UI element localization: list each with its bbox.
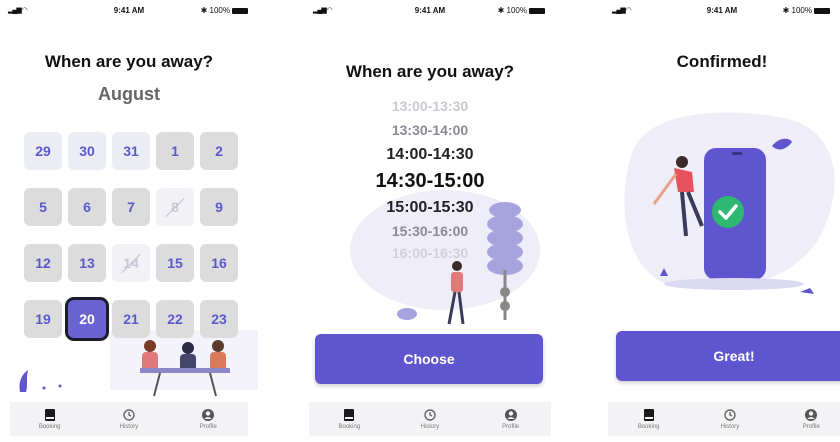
tab-bar: Booking History Profile [608,402,840,436]
calendar-day[interactable]: 16 [200,244,238,282]
tab-label: History [720,424,740,430]
tab-history[interactable]: History [700,408,760,430]
page-title: Confirmed! [676,52,768,71]
confirmation-screen: ▂▄▆ ◠ 9:41 AM ✱ 100% Confirmed! Great! B… [604,0,840,442]
plant-illustration [19,370,62,392]
book-icon [643,409,654,421]
tab-booking[interactable]: Booking [619,408,679,430]
tab-profile[interactable]: Profile [781,408,840,430]
calendar-day[interactable]: 13 [68,244,106,282]
calendar-day[interactable]: 15 [156,244,194,282]
calendar-day[interactable]: 30 [68,132,106,170]
profile-icon [202,409,215,421]
battery-indicator: ✱ 100% [783,6,830,15]
calendar-day[interactable]: 12 [24,244,62,282]
tab-bar: Booking History Profile [10,402,248,436]
choose-button[interactable]: Choose [315,334,543,384]
tab-label: Booking [637,424,660,430]
tab-label: History [119,424,139,430]
tab-history[interactable]: History [400,408,460,430]
phone-checkmark-illustration [624,112,835,294]
tab-profile[interactable]: Profile [481,408,541,430]
calendar-day: 14 [112,244,150,282]
tab-label: Profile [802,424,820,430]
calendar-day[interactable]: 2 [200,132,238,170]
status-bar: ▂▄▆ ◠ 9:41 AM ✱ 100% [305,4,555,18]
time-slot[interactable]: 14:00-14:30 [305,146,555,164]
battery-indicator: ✱ 100% [201,6,248,15]
tab-label: Booking [38,424,61,430]
time-slot[interactable]: 13:30-14:00 [305,122,555,138]
calendar-day[interactable]: 22 [156,300,194,338]
tab-label: History [420,424,440,430]
calendar-day[interactable]: 5 [24,188,62,226]
calendar-day[interactable]: 23 [200,300,238,338]
history-icon [424,409,436,421]
battery-icon [232,7,248,14]
tab-profile[interactable]: Profile [178,408,238,430]
calendar-day[interactable]: 31 [112,132,150,170]
tab-bar: Booking History Profile [309,402,551,436]
calendar-day: 8 [156,188,194,226]
calendar-day[interactable]: 1 [156,132,194,170]
profile-icon [504,409,517,421]
calendar-day[interactable]: 21 [112,300,150,338]
status-bar: ▂▄▆ ◠ 9:41 AM ✱ 100% [0,4,258,18]
book-icon [344,409,355,421]
tab-booking[interactable]: Booking [319,408,379,430]
battery-icon [529,7,545,14]
calendar-day[interactable]: 29 [24,132,62,170]
calendar-grid: 29 30 31 1 2 5 6 7 8 9 12 13 14 15 16 19 20 21 22 23 [24,132,240,338]
time-slot[interactable]: 13:00-13:30 [305,98,555,114]
page-title: When are you away? [44,52,214,71]
profile-icon [805,409,818,421]
history-icon [123,409,135,421]
calendar-day[interactable]: 6 [68,188,106,226]
battery-icon [814,7,830,14]
calendar-day[interactable]: 9 [200,188,238,226]
tab-booking[interactable]: Booking [20,408,80,430]
battery-indicator: ✱ 100% [498,6,545,15]
time-slot-selected[interactable]: 14:30-15:00 [305,170,555,193]
tab-label: Booking [338,424,361,430]
month-label: August [98,84,160,104]
history-icon [724,409,736,421]
book-icon [44,409,55,421]
page-title: When are you away? [345,62,515,81]
great-button[interactable]: Great! [616,331,840,381]
tab-history[interactable]: History [99,408,159,430]
calendar-day[interactable]: 7 [112,188,150,226]
tab-label: Profile [199,424,217,430]
time-slot[interactable]: 15:30-16:00 [305,223,555,239]
status-bar: ▂▄▆ ◠ 9:41 AM ✱ 100% [604,4,840,18]
tab-label: Profile [502,424,520,430]
time-slot-picker[interactable]: 13:00-13:30 13:30-14:00 14:00-14:30 14:3… [305,98,555,261]
booking-calendar-screen: ▂▄▆ ◠ 9:41 AM ✱ 100% When are you away? … [0,0,258,442]
calendar-day[interactable]: 19 [24,300,62,338]
calendar-day-selected[interactable]: 20 [68,300,106,338]
time-slot[interactable]: 16:00-16:30 [305,245,555,261]
time-picker-screen: ▂▄▆ ◠ 9:41 AM ✱ 100% When are you away? … [305,0,555,442]
time-slot[interactable]: 15:00-15:30 [305,199,555,217]
